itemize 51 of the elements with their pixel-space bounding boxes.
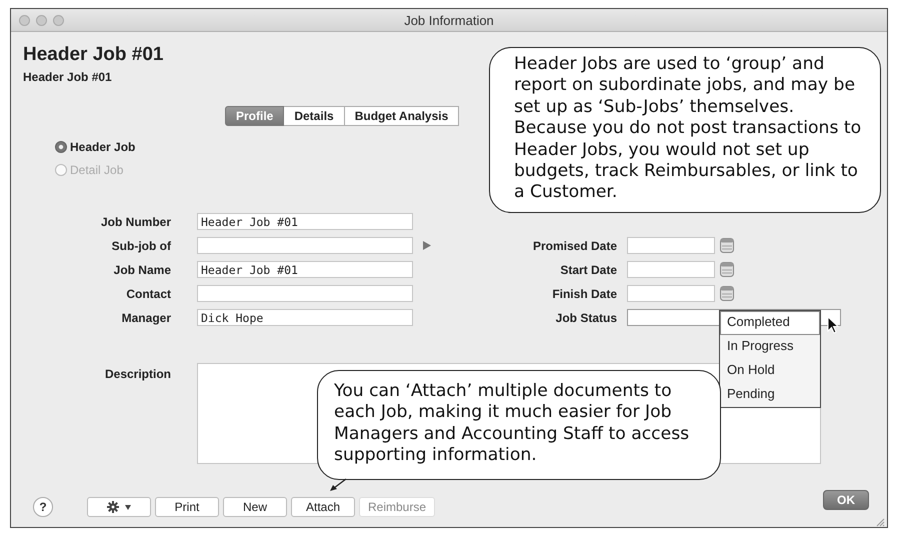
gear-menu-button[interactable] (87, 497, 151, 517)
radio-label: Header Job (70, 140, 136, 154)
tab[interactable]: Budget Analysis (344, 106, 460, 126)
field-label: Job Name (114, 262, 171, 276)
input-field[interactable] (197, 285, 413, 302)
input-field[interactable] (197, 237, 413, 254)
minimize-button[interactable] (36, 14, 47, 26)
toolbar-button[interactable]: New (223, 497, 287, 517)
job-subheading: Header Job #01 (23, 70, 112, 84)
input-field[interactable]: Header Job #01 (197, 213, 413, 230)
menu-item[interactable]: On Hold (720, 359, 820, 383)
tab[interactable]: Profile (225, 106, 284, 126)
tab[interactable]: Details (284, 106, 345, 126)
date-field[interactable] (627, 285, 715, 302)
radio-label: Detail Job (70, 163, 124, 177)
date-field[interactable] (627, 261, 715, 278)
resize-grip-icon[interactable] (875, 517, 885, 527)
window-title: Job Information (404, 12, 494, 28)
field-label: Description (104, 367, 171, 381)
toolbar-button[interactable]: Print (155, 497, 219, 517)
toolbar-button[interactable]: Attach (291, 497, 355, 517)
menu-item[interactable]: Completed (720, 311, 820, 335)
pointer-arrow (329, 479, 347, 491)
field-label: Sub-job of (112, 238, 171, 252)
close-button[interactable] (19, 14, 30, 26)
date-field[interactable] (627, 237, 715, 254)
zoom-button[interactable] (53, 14, 64, 26)
ok-button[interactable]: OK (823, 490, 869, 510)
field-label: Promised Date (532, 238, 617, 252)
calendar-icon[interactable] (720, 238, 734, 253)
caret-down-icon (125, 504, 131, 510)
calendar-icon[interactable] (720, 286, 734, 301)
gear-icon (107, 501, 119, 513)
radio-button[interactable] (55, 141, 67, 153)
help-button[interactable]: ? (33, 497, 53, 517)
calendar-icon[interactable] (720, 262, 734, 277)
menu-item[interactable]: In Progress (720, 335, 820, 359)
field-label: Contact (126, 286, 171, 300)
input-field[interactable]: Header Job #01 (197, 261, 413, 278)
field-label: Finish Date (552, 286, 617, 300)
callout-note: Header Jobs are used to ‘group’ and report on subordinate jobs, and may be set up as ‘Sub-Jobs’ themselves. Because you do not post transactions to Header Jobs, you would not set up budgets, track Reimbursables, or link to a Customer. (489, 47, 881, 213)
field-label: Manager (122, 310, 171, 324)
cursor-icon (827, 316, 841, 334)
field-label: Job Status (556, 310, 617, 324)
input-field[interactable]: Dick Hope (197, 309, 413, 326)
job-heading: Header Job #01 (23, 44, 164, 66)
field-label: Job Number (100, 214, 171, 228)
arrow-right-icon[interactable] (423, 241, 431, 250)
menu-item[interactable]: Pending (720, 383, 820, 407)
field-label: Start Date (560, 262, 617, 276)
callout-note: You can ‘Attach’ multiple documents to each Job, making it much easier for Job Managers and Accounting Staff to access supporting information. (317, 370, 721, 480)
